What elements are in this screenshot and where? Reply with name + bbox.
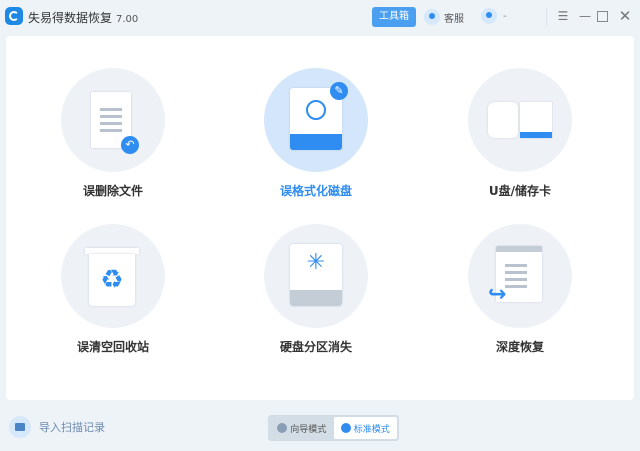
tile-label: U盘/储存卡 (488, 184, 552, 198)
service-icon (424, 9, 440, 25)
tile-deep-recovery[interactable]: ↪ 深度恢复 (445, 224, 595, 355)
tile-icon-circle: ✳ (264, 224, 368, 328)
user-icon (481, 8, 497, 24)
home-icon (340, 423, 351, 433)
account-label: - (503, 10, 507, 22)
tile-icon-circle: ✎ (264, 68, 368, 172)
app-name: 失易得数据恢复 (28, 11, 113, 25)
tile-label: 误删除文件 (82, 184, 143, 198)
mode-toggle: 向导模式 标准模式 (268, 415, 399, 441)
divider (546, 8, 547, 26)
tile-icon-circle: ↶ (61, 68, 165, 172)
customer-service-button[interactable]: 客服 (424, 8, 464, 26)
sd-card-icon (520, 102, 552, 138)
menu-icon[interactable]: ☰ (556, 9, 570, 23)
restore-arrow-icon: ↪ (488, 282, 507, 307)
app-version: 7.00 (116, 14, 139, 25)
wizard-mode-button[interactable]: 向导模式 (270, 417, 334, 439)
tile-label: 误格式化磁盘 (279, 184, 352, 198)
import-label: 导入扫描记录 (39, 421, 105, 434)
app-title: 失易得数据恢复 7.00 (28, 9, 138, 26)
tile-lost-partition[interactable]: ✳ 硬盘分区消失 (241, 224, 391, 355)
service-label: 客服 (444, 13, 464, 25)
recycle-bin-icon: ♻ (89, 254, 135, 306)
broom-icon: ✎ (330, 82, 348, 100)
title-bar: 失易得数据恢复 7.00 工具箱 客服 - ☰ — ✕ (0, 0, 640, 34)
tile-label: 误清空回收站 (76, 340, 149, 354)
tile-label: 深度恢复 (495, 340, 544, 354)
flag-icon (277, 423, 288, 433)
standard-mode-button[interactable]: 标准模式 (333, 417, 397, 439)
mode-label: 标准模式 (353, 424, 390, 435)
toolbox-button[interactable]: 工具箱 (372, 7, 416, 27)
minimize-icon[interactable]: — (578, 9, 592, 23)
import-scan-record-button[interactable]: 导入扫描记录 (9, 416, 105, 438)
tile-recycle-bin[interactable]: ♻ 误清空回收站 (38, 224, 188, 355)
tile-label: 硬盘分区消失 (279, 340, 352, 354)
mode-label: 向导模式 (290, 424, 327, 435)
tile-icon-circle (468, 68, 572, 172)
tile-deleted-files[interactable]: ↶ 误删除文件 (38, 68, 188, 199)
folder-icon (9, 416, 31, 438)
tile-icon-circle: ↪ (468, 224, 572, 328)
restore-arrow-icon: ↶ (121, 136, 139, 154)
tile-formatted-disk[interactable]: ✎ 误格式化磁盘 (241, 68, 391, 199)
account-button[interactable]: - (481, 8, 507, 24)
close-icon[interactable]: ✕ (618, 9, 632, 24)
tile-icon-circle: ♻ (61, 224, 165, 328)
main-panel: ↶ 误删除文件 ✎ 误格式化磁盘 U盘/储存卡 ♻ 误清空回收站 ✳ 硬盘分区消… (6, 36, 634, 400)
partition-disk-icon: ✳ (290, 244, 342, 306)
maximize-icon[interactable] (597, 11, 608, 22)
tile-usb-card[interactable]: U盘/储存卡 (445, 68, 595, 199)
usb-icon (488, 102, 518, 138)
app-logo-icon (5, 7, 23, 25)
